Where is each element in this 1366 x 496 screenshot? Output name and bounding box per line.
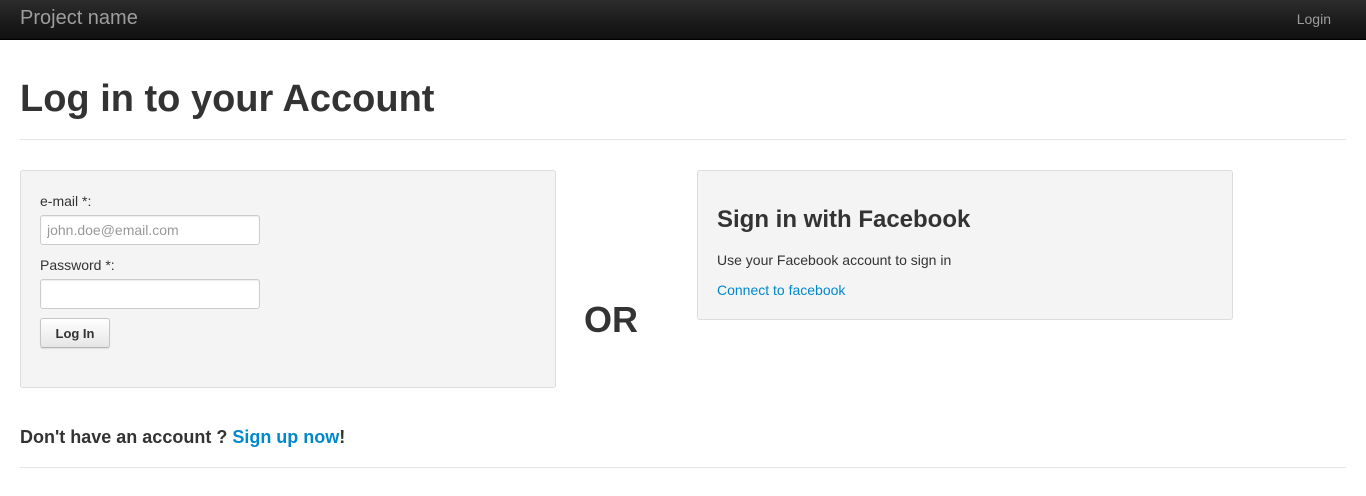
password-label: Password *: (40, 257, 115, 273)
facebook-signin-panel: Sign in with Facebook Use your Facebook … (697, 170, 1233, 320)
nav-login-link[interactable]: Login (1297, 11, 1331, 27)
email-input[interactable] (40, 215, 260, 245)
connect-facebook-link[interactable]: Connect to facebook (717, 282, 845, 298)
signup-suffix: ! (339, 427, 346, 447)
signup-prompt-text: Don't have an account ? (20, 427, 233, 447)
email-label: e-mail *: (40, 193, 92, 209)
login-form-panel: e-mail *: Password *: Log In (20, 170, 556, 388)
brand-link[interactable]: Project name (20, 7, 138, 30)
signup-link[interactable]: Sign up now (232, 427, 339, 447)
top-navbar: Project name Login (0, 0, 1366, 40)
password-input[interactable] (40, 279, 260, 309)
footer-divider (20, 467, 1346, 468)
login-button[interactable]: Log In (40, 318, 110, 348)
signup-prompt: Don't have an account ? Sign up now! (20, 427, 345, 448)
facebook-description: Use your Facebook account to sign in (717, 252, 952, 268)
title-divider (20, 139, 1346, 140)
facebook-title: Sign in with Facebook (717, 206, 971, 233)
or-separator: OR (584, 299, 638, 340)
page-title: Log in to your Account (20, 78, 435, 120)
